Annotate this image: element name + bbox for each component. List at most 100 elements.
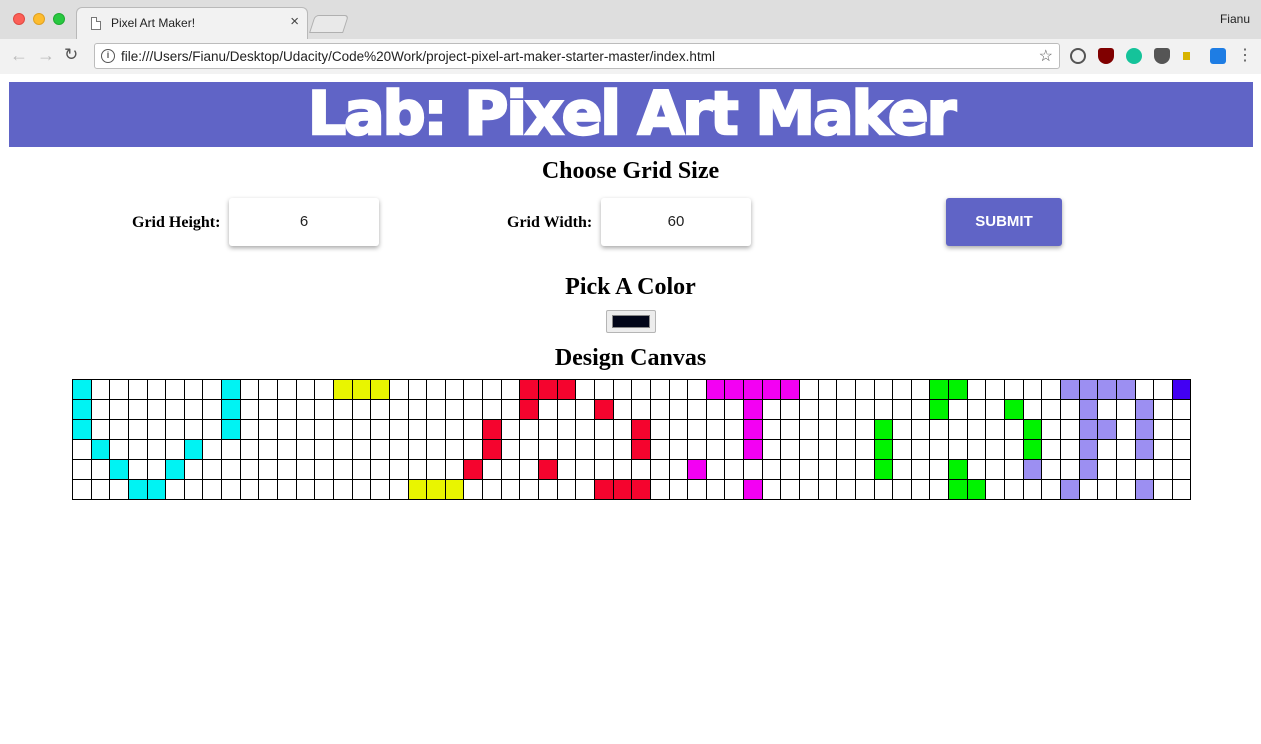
- canvas-cell[interactable]: [556, 379, 577, 400]
- canvas-cell[interactable]: [892, 439, 912, 460]
- canvas-cell[interactable]: [1022, 419, 1043, 440]
- canvas-cell[interactable]: [370, 379, 390, 400]
- canvas-cell[interactable]: [500, 419, 521, 440]
- canvas-cell[interactable]: [724, 439, 745, 460]
- canvas-cell[interactable]: [724, 399, 745, 420]
- canvas-cell[interactable]: [1004, 479, 1024, 500]
- canvas-cell[interactable]: [798, 439, 819, 460]
- canvas-cell[interactable]: [761, 419, 782, 440]
- canvas-cell[interactable]: [127, 439, 148, 460]
- canvas-cell[interactable]: [966, 399, 987, 420]
- canvas-cell[interactable]: [817, 459, 838, 480]
- canvas-cell[interactable]: [1059, 439, 1080, 460]
- canvas-cell[interactable]: [519, 479, 540, 500]
- window-close-button[interactable]: [13, 13, 25, 25]
- canvas-cell[interactable]: [109, 379, 129, 400]
- canvas-cell[interactable]: [836, 479, 856, 500]
- canvas-cell[interactable]: [1078, 399, 1099, 420]
- canvas-cell[interactable]: [1134, 479, 1155, 500]
- canvas-cell[interactable]: [612, 379, 633, 400]
- canvas-cell[interactable]: [836, 399, 856, 420]
- canvas-cell[interactable]: [836, 439, 856, 460]
- grid-height-input[interactable]: 6: [229, 198, 379, 246]
- canvas-cell[interactable]: [1171, 459, 1192, 480]
- canvas-cell[interactable]: [780, 479, 800, 500]
- canvas-cell[interactable]: [687, 419, 707, 440]
- canvas-cell[interactable]: [854, 399, 875, 420]
- canvas-cell[interactable]: [985, 419, 1006, 440]
- canvas-cell[interactable]: [705, 399, 726, 420]
- canvas-cell[interactable]: [649, 479, 670, 500]
- canvas-cell[interactable]: [966, 439, 987, 460]
- canvas-cell[interactable]: [631, 379, 651, 400]
- canvas-cell[interactable]: [463, 399, 484, 420]
- canvas-cell[interactable]: [258, 399, 279, 420]
- canvas-cell[interactable]: [780, 439, 800, 460]
- canvas-cell[interactable]: [631, 479, 651, 500]
- canvas-cell[interactable]: [463, 439, 484, 460]
- canvas-cell[interactable]: [183, 479, 204, 500]
- canvas-cell[interactable]: [836, 459, 856, 480]
- canvas-cell[interactable]: [948, 459, 968, 480]
- canvas-cell[interactable]: [239, 479, 260, 500]
- canvas-cell[interactable]: [631, 439, 651, 460]
- canvas-cell[interactable]: [314, 479, 334, 500]
- canvas-cell[interactable]: [1097, 439, 1117, 460]
- canvas-cell[interactable]: [519, 439, 540, 460]
- canvas-cell[interactable]: [1115, 419, 1136, 440]
- profile-name[interactable]: Fianu: [1220, 12, 1250, 26]
- canvas-cell[interactable]: [463, 379, 484, 400]
- canvas-cell[interactable]: [948, 479, 968, 500]
- canvas-cell[interactable]: [258, 439, 279, 460]
- canvas-cell[interactable]: [724, 419, 745, 440]
- canvas-cell[interactable]: [519, 459, 540, 480]
- canvas-cell[interactable]: [798, 399, 819, 420]
- canvas-cell[interactable]: [985, 379, 1006, 400]
- canvas-cell[interactable]: [798, 379, 819, 400]
- canvas-cell[interactable]: [612, 399, 633, 420]
- canvas-cell[interactable]: [593, 479, 614, 500]
- canvas-cell[interactable]: [538, 459, 558, 480]
- canvas-cell[interactable]: [817, 419, 838, 440]
- canvas-cell[interactable]: [575, 419, 595, 440]
- canvas-cell[interactable]: [817, 439, 838, 460]
- canvas-cell[interactable]: [519, 399, 540, 420]
- canvas-cell[interactable]: [1134, 459, 1155, 480]
- canvas-cell[interactable]: [668, 399, 689, 420]
- canvas-cell[interactable]: [482, 459, 502, 480]
- canvas-cell[interactable]: [500, 439, 521, 460]
- canvas-cell[interactable]: [873, 399, 894, 420]
- canvas-cell[interactable]: [649, 379, 670, 400]
- canvas-cell[interactable]: [183, 399, 204, 420]
- canvas-cell[interactable]: [948, 399, 968, 420]
- canvas-cell[interactable]: [1097, 419, 1117, 440]
- canvas-cell[interactable]: [295, 479, 316, 500]
- canvas-cell[interactable]: [593, 439, 614, 460]
- canvas-cell[interactable]: [985, 479, 1006, 500]
- canvas-cell[interactable]: [72, 459, 92, 480]
- canvas-cell[interactable]: [687, 459, 707, 480]
- pocket-extension-icon[interactable]: [1154, 48, 1170, 64]
- canvas-cell[interactable]: [743, 439, 763, 460]
- canvas-cell[interactable]: [910, 379, 931, 400]
- canvas-cell[interactable]: [426, 399, 446, 420]
- canvas-cell[interactable]: [407, 419, 428, 440]
- canvas-cell[interactable]: [1171, 399, 1192, 420]
- canvas-cell[interactable]: [1153, 379, 1173, 400]
- canvas-cell[interactable]: [277, 479, 297, 500]
- canvas-cell[interactable]: [202, 479, 223, 500]
- canvas-cell[interactable]: [854, 439, 875, 460]
- canvas-cell[interactable]: [985, 399, 1006, 420]
- canvas-cell[interactable]: [929, 399, 950, 420]
- canvas-cell[interactable]: [109, 439, 129, 460]
- canvas-cell[interactable]: [1097, 399, 1117, 420]
- canvas-cell[interactable]: [90, 419, 111, 440]
- canvas-cell[interactable]: [146, 459, 167, 480]
- info-icon[interactable]: i: [101, 49, 115, 63]
- canvas-cell[interactable]: [668, 479, 689, 500]
- canvas-cell[interactable]: [1078, 379, 1099, 400]
- canvas-cell[interactable]: [1059, 459, 1080, 480]
- canvas-cell[interactable]: [1059, 379, 1080, 400]
- canvas-cell[interactable]: [127, 419, 148, 440]
- canvas-cell[interactable]: [1171, 379, 1192, 400]
